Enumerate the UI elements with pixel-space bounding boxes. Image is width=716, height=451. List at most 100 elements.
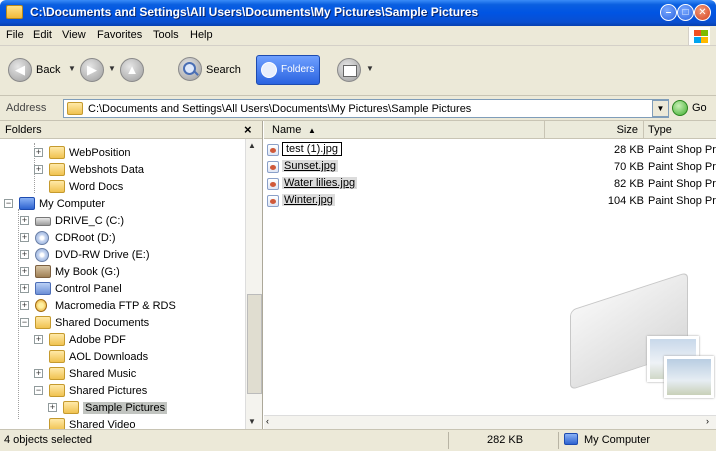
column-size-label: Size (616, 124, 638, 136)
menu-help[interactable]: Help (190, 29, 213, 41)
folder-icon (49, 333, 65, 346)
tree-item-label: Shared Documents (55, 317, 150, 329)
window-title: C:\Documents and Settings\All Users\Docu… (30, 5, 479, 19)
file-name[interactable]: Water lilies.jpg (282, 177, 358, 189)
go-arrow-icon[interactable] (672, 100, 688, 116)
tree-item[interactable]: + Shared Music (34, 366, 240, 383)
file-name[interactable]: Sunset.jpg (282, 160, 338, 172)
back-dropdown-icon[interactable]: ▼ (68, 64, 76, 73)
tree-item[interactable]: − Shared Pictures (34, 383, 240, 400)
tree-item[interactable]: − My Computer (4, 196, 240, 213)
tree-item-label: Shared Music (69, 368, 137, 380)
menu-view[interactable]: View (62, 29, 86, 41)
folders-scrollbar[interactable]: ▲ ▼ (245, 139, 262, 429)
folders-button[interactable]: Folders (256, 55, 320, 85)
folder-icon (49, 180, 65, 193)
tree-item[interactable]: + Adobe PDF (34, 332, 240, 349)
folders-pane-title: Folders (5, 124, 42, 136)
expand-icon[interactable]: + (20, 216, 29, 225)
tree-item[interactable]: + Webshots Data (34, 162, 240, 179)
file-list-scrollbar[interactable]: ‹ › (264, 415, 716, 429)
sort-ascending-icon: ▲ (308, 126, 316, 135)
tree-item[interactable]: + My Book (G:) (20, 264, 240, 281)
scroll-right-icon[interactable]: › (706, 416, 709, 426)
close-button[interactable]: ✕ (694, 4, 711, 21)
tree-item[interactable]: + WebPosition (34, 145, 240, 162)
address-path: C:\Documents and Settings\All Users\Docu… (88, 103, 472, 115)
file-name-edit[interactable]: test (1).jpg (282, 142, 342, 156)
close-pane-icon[interactable]: × (244, 122, 252, 137)
tree-item[interactable]: + Macromedia FTP & RDS (20, 298, 240, 315)
tree-item-label: DVD-RW Drive (E:) (55, 249, 150, 261)
tree-item-label: CDRoot (D:) (55, 232, 116, 244)
image-file-icon (267, 161, 279, 173)
tree-item[interactable]: + Control Panel (20, 281, 240, 298)
scroll-thumb[interactable] (247, 294, 262, 394)
back-icon[interactable]: ◀ (8, 58, 32, 82)
menu-favorites[interactable]: Favorites (97, 29, 142, 41)
minimize-button[interactable]: – (660, 4, 677, 21)
go-button[interactable]: Go (692, 102, 707, 114)
file-row[interactable]: Sunset.jpg 70 KB Paint Shop Pro (264, 159, 716, 175)
tree-item-label: AOL Downloads (69, 351, 149, 363)
expand-icon[interactable]: + (20, 267, 29, 276)
file-row[interactable]: test (1).jpg 28 KB Paint Shop Pro (264, 142, 716, 158)
views-icon[interactable] (337, 58, 361, 82)
folder-icon (6, 5, 23, 19)
file-row[interactable]: Winter.jpg 104 KB Paint Shop Pro (264, 193, 716, 209)
expand-icon[interactable]: + (34, 165, 43, 174)
column-size-header[interactable]: Size (545, 121, 644, 139)
expand-icon[interactable]: + (48, 403, 57, 412)
tree-item[interactable]: + DVD-RW Drive (E:) (20, 247, 240, 264)
search-button[interactable]: Search (206, 64, 241, 76)
forward-dropdown-icon[interactable]: ▼ (108, 64, 116, 73)
title-bar[interactable]: C:\Documents and Settings\All Users\Docu… (0, 0, 716, 26)
back-button[interactable]: Back (36, 64, 60, 76)
column-name-header[interactable]: Name ▲ (264, 121, 545, 139)
up-folder-icon[interactable]: ▲ (120, 58, 144, 82)
expand-icon[interactable]: + (20, 301, 29, 310)
expand-icon[interactable]: + (20, 233, 29, 242)
expand-icon[interactable]: + (20, 250, 29, 259)
tree-item[interactable]: − Shared Documents (20, 315, 240, 332)
address-dropdown-icon[interactable]: ▼ (652, 100, 669, 117)
forward-icon[interactable]: ▶ (80, 58, 104, 82)
file-row[interactable]: Water lilies.jpg 82 KB Paint Shop Pro (264, 176, 716, 192)
file-size: 28 KB (614, 144, 644, 156)
tree-item-label: Adobe PDF (69, 334, 126, 346)
menu-edit[interactable]: Edit (33, 29, 52, 41)
address-input[interactable]: C:\Documents and Settings\All Users\Docu… (63, 99, 669, 118)
tree-item[interactable]: Word Docs (34, 179, 240, 196)
scroll-left-icon[interactable]: ‹ (266, 416, 269, 426)
expand-icon[interactable]: + (34, 369, 43, 378)
tree-item[interactable]: + DRIVE_C (C:) (20, 213, 240, 230)
expand-icon[interactable]: + (34, 148, 43, 157)
views-dropdown-icon[interactable]: ▼ (366, 64, 374, 73)
menu-tools[interactable]: Tools (153, 29, 179, 41)
tree-item-label: Shared Pictures (69, 385, 148, 397)
menu-file[interactable]: File (6, 29, 24, 41)
search-icon[interactable] (178, 57, 202, 81)
column-type-header[interactable]: Type (644, 121, 716, 139)
collapse-icon[interactable]: − (20, 318, 29, 327)
maximize-button[interactable]: □ (677, 4, 694, 21)
tree-item[interactable]: AOL Downloads (34, 349, 240, 366)
folder-icon (49, 367, 65, 380)
address-bar: Address C:\Documents and Settings\All Us… (0, 96, 716, 121)
scroll-up-icon[interactable]: ▲ (248, 141, 256, 150)
tree-item[interactable]: + Sample Pictures (48, 400, 240, 417)
folders-pane-header: Folders × (0, 121, 262, 139)
file-type: Paint Shop Pro (648, 195, 716, 207)
folder-icon (49, 146, 65, 159)
expand-icon[interactable]: + (20, 284, 29, 293)
file-name[interactable]: Winter.jpg (282, 194, 335, 206)
dvd-drive-icon (35, 248, 49, 262)
file-size: 70 KB (614, 161, 644, 173)
collapse-icon[interactable]: − (4, 199, 13, 208)
expand-icon[interactable]: + (34, 335, 43, 344)
scroll-down-icon[interactable]: ▼ (248, 417, 256, 426)
folders-label: Folders (281, 64, 315, 75)
photo-watermark-icon (664, 356, 714, 398)
collapse-icon[interactable]: − (34, 386, 43, 395)
tree-item[interactable]: + CDRoot (D:) (20, 230, 240, 247)
